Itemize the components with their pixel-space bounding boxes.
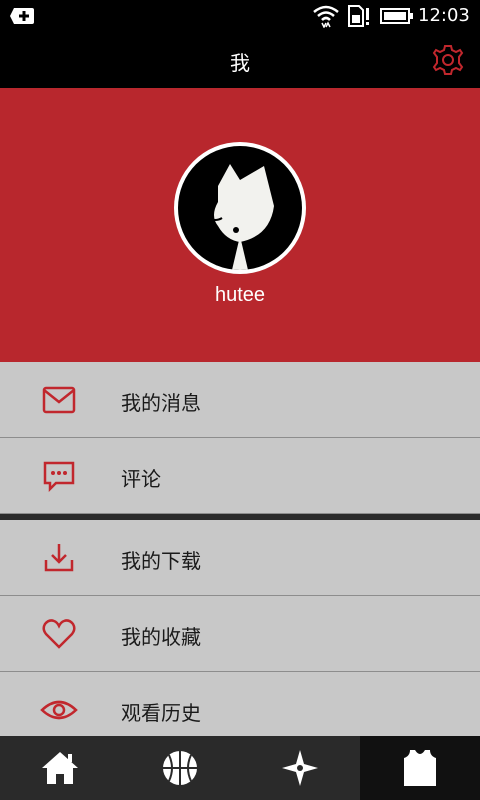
usb-debug-icon [10, 8, 34, 24]
menu-item-label: 观看历史 [121, 701, 201, 725]
comment-icon [43, 461, 75, 493]
eye-icon [40, 700, 78, 720]
envelope-icon [42, 386, 76, 414]
username: hutee [214, 284, 266, 306]
home-icon [42, 752, 78, 784]
compass-icon [282, 750, 318, 786]
menu-item-comments[interactable]: 评论 [0, 438, 480, 514]
jersey-icon [404, 750, 436, 786]
title-bar: 我 [0, 32, 480, 88]
menu-item-label: 我的消息 [121, 391, 201, 415]
menu-item-label: 评论 [121, 467, 161, 491]
avatar[interactable] [174, 142, 306, 274]
gear-icon[interactable] [430, 42, 466, 78]
status-bar: 12:03 [0, 0, 480, 32]
wifi-icon [313, 5, 339, 28]
download-icon [44, 544, 74, 572]
profile-header: hutee [0, 88, 480, 362]
nav-me[interactable] [360, 736, 480, 800]
menu-item-label: 我的收藏 [121, 625, 201, 649]
bottom-nav [0, 736, 480, 800]
page-title: 我 [230, 51, 250, 75]
heart-icon [42, 619, 76, 649]
menu-item-favorites[interactable]: 我的收藏 [0, 596, 480, 672]
menu-item-downloads[interactable]: 我的下载 [0, 520, 480, 596]
menu-item-messages[interactable]: 我的消息 [0, 362, 480, 438]
basketball-icon [163, 751, 197, 785]
nav-discover[interactable] [240, 736, 360, 800]
menu-list: 我的消息 评论 我的下载 我的收藏 观看历史 [0, 362, 480, 748]
menu-item-label: 我的下载 [121, 549, 201, 573]
status-time: 12:03 [418, 5, 470, 26]
nav-basketball[interactable] [120, 736, 240, 800]
avatar-cat-icon [205, 164, 274, 270]
sim-icon [348, 5, 369, 27]
nav-home[interactable] [0, 736, 120, 800]
battery-icon [380, 8, 413, 24]
